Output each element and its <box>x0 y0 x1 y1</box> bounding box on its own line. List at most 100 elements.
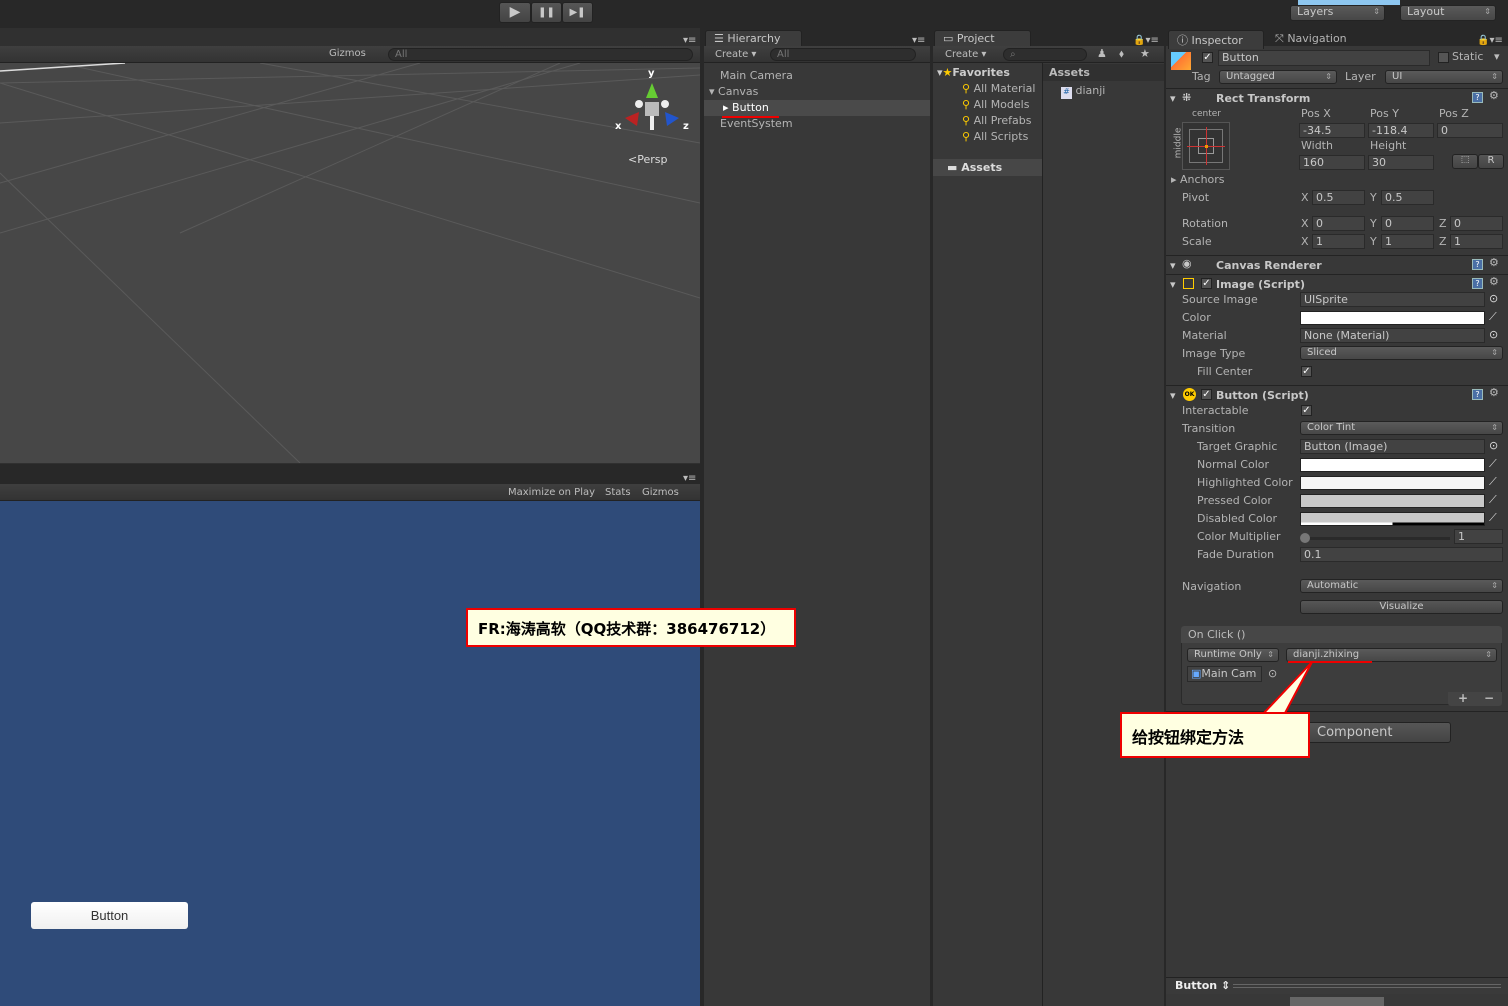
fill-center-checkbox[interactable]: ✓ <box>1301 366 1312 377</box>
rect-transform-header[interactable]: ▾ ⁜ Rect Transform <box>1166 88 1508 107</box>
preview-splitter[interactable] <box>1233 984 1501 988</box>
project-search-input[interactable]: ⌕ <box>1003 48 1087 61</box>
favorite-all-materials[interactable]: ⚲ All Material <box>962 82 1035 95</box>
navigation-dropdown[interactable]: Automatic <box>1300 579 1503 593</box>
rotation-y-input[interactable]: 0 <box>1381 216 1434 231</box>
scale-z-input[interactable]: 1 <box>1450 234 1503 249</box>
gear-icon[interactable]: ⚙ <box>1489 275 1499 288</box>
scene-search-input[interactable]: All <box>388 48 693 61</box>
persp-label[interactable]: <Persp <box>628 153 667 166</box>
color-multiplier-input[interactable]: 1 <box>1454 529 1503 544</box>
slider-thumb[interactable] <box>1300 533 1310 543</box>
hierarchy-search-input[interactable]: All <box>770 48 916 61</box>
tab-hierarchy[interactable]: ☰ Hierarchy <box>705 30 802 46</box>
layout-dropdown[interactable]: Layout <box>1400 5 1496 21</box>
plus-icon[interactable]: + <box>1458 692 1468 704</box>
stats-toggle[interactable]: Stats <box>605 487 631 498</box>
help-icon[interactable]: ? <box>1472 92 1483 103</box>
raw-edit-button[interactable]: R <box>1478 154 1504 169</box>
gear-icon[interactable]: ⚙ <box>1489 89 1499 102</box>
game-panel-menu-icon[interactable]: ▾≡ <box>683 473 696 484</box>
button-script-header[interactable]: ▾ OK ✓ Button (Script) <box>1166 385 1508 404</box>
posz-input[interactable]: 0 <box>1437 123 1503 138</box>
transition-dropdown[interactable]: Color Tint <box>1300 421 1503 435</box>
asset-file-dianji[interactable]: # dianji <box>1061 84 1105 99</box>
scene-gizmos-dropdown[interactable]: Gizmos <box>329 48 366 59</box>
favorites-header[interactable]: ▾★Favorites <box>937 66 1010 79</box>
layers-dropdown[interactable]: Layers <box>1290 5 1385 21</box>
favorite-star-icon[interactable]: ★ <box>1140 47 1150 60</box>
rotation-x-input[interactable]: 0 <box>1312 216 1365 231</box>
panel-menu-icon[interactable]: ▾≡ <box>683 35 696 46</box>
color-multiplier-slider[interactable] <box>1300 533 1450 543</box>
object-picker-icon[interactable]: ⊙ <box>1489 292 1498 305</box>
blueprint-mode-button[interactable]: ⬚ <box>1452 154 1478 169</box>
target-graphic-field[interactable]: Button (Image) <box>1300 439 1485 454</box>
disabled-color-swatch[interactable] <box>1300 512 1485 526</box>
play-button[interactable]: ▶ <box>499 2 531 23</box>
tab-project[interactable]: ▭ Project <box>934 30 1031 46</box>
scale-y-input[interactable]: 1 <box>1381 234 1434 249</box>
project-lock-icon[interactable]: 🔒▾≡ <box>1133 35 1159 46</box>
pivot-y-input[interactable]: 0.5 <box>1381 190 1434 205</box>
assets-folder[interactable]: ▬ Assets <box>933 159 1042 176</box>
eyedropper-icon[interactable]: ⟋ <box>1489 475 1497 489</box>
active-checkbox[interactable]: ✓ <box>1202 52 1213 63</box>
help-icon[interactable]: ? <box>1472 389 1483 400</box>
scene-canvas[interactable] <box>0 63 700 463</box>
eyedropper-icon[interactable]: ⟋ <box>1489 511 1497 525</box>
hierarchy-create-button[interactable]: Create ▾ <box>715 49 756 60</box>
hierarchy-item-eventsystem[interactable]: EventSystem <box>720 117 793 130</box>
game-ui-button[interactable]: Button <box>31 902 188 929</box>
inspector-lock-icon[interactable]: 🔒▾≡ <box>1477 35 1503 46</box>
pivot-x-input[interactable]: 0.5 <box>1312 190 1365 205</box>
help-icon[interactable]: ? <box>1472 278 1483 289</box>
favorite-all-prefabs[interactable]: ⚲ All Prefabs <box>962 114 1032 127</box>
button-enabled-checkbox[interactable]: ✓ <box>1201 389 1212 400</box>
game-gizmos-dropdown[interactable]: Gizmos <box>642 487 679 498</box>
hierarchy-menu-icon[interactable]: ▾≡ <box>912 35 925 46</box>
material-field[interactable]: None (Material) <box>1300 328 1485 343</box>
object-name-input[interactable]: Button <box>1218 50 1430 66</box>
source-image-field[interactable]: UISprite <box>1300 292 1485 307</box>
game-canvas[interactable] <box>0 501 700 1006</box>
highlighted-color-swatch[interactable] <box>1300 476 1485 490</box>
preview-dropdown[interactable]: Button ⇕ <box>1175 979 1230 992</box>
step-button[interactable]: ▶❚ <box>562 2 593 23</box>
hierarchy-item-button[interactable]: ▸ Button <box>704 100 930 116</box>
static-checkbox[interactable] <box>1438 52 1449 63</box>
filter-type-icon[interactable]: ♟ <box>1097 47 1107 60</box>
posx-input[interactable]: -34.5 <box>1299 123 1365 138</box>
project-create-button[interactable]: Create ▾ <box>945 49 986 60</box>
height-input[interactable]: 30 <box>1368 155 1434 170</box>
filter-label-icon[interactable]: ⬧ <box>1119 47 1124 61</box>
static-dropdown-icon[interactable]: ▾ <box>1494 50 1500 63</box>
maximize-on-play-toggle[interactable]: Maximize on Play <box>508 487 595 498</box>
anchors-foldout[interactable]: ▸ Anchors <box>1171 173 1225 186</box>
gear-icon[interactable]: ⚙ <box>1489 386 1499 399</box>
hierarchy-item-canvas[interactable]: ▾ Canvas <box>709 85 758 98</box>
rotation-z-input[interactable]: 0 <box>1450 216 1503 231</box>
gear-icon[interactable]: ⚙ <box>1489 256 1499 269</box>
tab-navigation[interactable]: ⤧ Navigation <box>1275 32 1347 46</box>
hierarchy-item-main-camera[interactable]: Main Camera <box>720 69 793 82</box>
object-picker-icon[interactable]: ⊙ <box>1489 439 1498 452</box>
color-swatch[interactable] <box>1300 311 1485 325</box>
posy-input[interactable]: -118.4 <box>1368 123 1434 138</box>
image-enabled-checkbox[interactable]: ✓ <box>1201 278 1212 289</box>
help-icon[interactable]: ? <box>1472 259 1483 270</box>
tag-dropdown[interactable]: Untagged <box>1219 70 1337 84</box>
width-input[interactable]: 160 <box>1299 155 1365 170</box>
favorite-all-scripts[interactable]: ⚲ All Scripts <box>962 130 1028 143</box>
eyedropper-icon[interactable]: ⟋ <box>1489 457 1497 471</box>
object-picker-icon[interactable]: ⊙ <box>1489 328 1498 341</box>
image-type-dropdown[interactable]: Sliced <box>1300 346 1503 360</box>
layer-dropdown[interactable]: UI <box>1385 70 1503 84</box>
minus-icon[interactable]: − <box>1484 692 1494 704</box>
eyedropper-icon[interactable]: ⟋ <box>1489 310 1497 324</box>
add-event-button[interactable]: + − <box>1448 692 1502 706</box>
pause-button[interactable]: ❚❚ <box>531 2 562 23</box>
normal-color-swatch[interactable] <box>1300 458 1485 472</box>
scale-x-input[interactable]: 1 <box>1312 234 1365 249</box>
scene-orientation-gizmo[interactable]: y x z <box>615 68 690 143</box>
